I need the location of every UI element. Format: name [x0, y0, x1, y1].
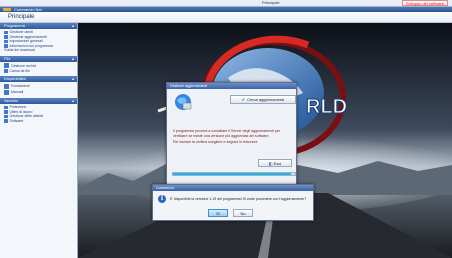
- page-title: Principale: [8, 14, 35, 20]
- update-icon: [4, 35, 8, 39]
- no-button[interactable]: No: [233, 209, 253, 217]
- chevron-up-icon[interactable]: ▴: [72, 56, 74, 62]
- background-window-item[interactable]: Principale: [262, 0, 280, 6]
- users-icon: [4, 30, 8, 34]
- door-icon: ◧: [268, 161, 273, 166]
- info-icon: [4, 44, 8, 48]
- confirm-dialog: Commercio i E' disponibile la versione 1…: [152, 184, 314, 221]
- sidebar-section-file[interactable]: File ▴: [0, 55, 77, 62]
- tasks-icon: [4, 114, 8, 118]
- background-window-strip: Principale Sviluppo del software: [0, 0, 452, 7]
- confirm-dialog-message: E' disponibile la versione 1.19 del prog…: [170, 197, 307, 201]
- app-logo-icon: [3, 8, 11, 11]
- sidebar: Programma ▴ Gestione utenti Gestione aggi…: [0, 23, 78, 258]
- info-icon: i: [158, 195, 166, 203]
- book-icon: [4, 89, 9, 95]
- archive-icon: [4, 63, 9, 68]
- confirm-dialog-titlebar: Commercio: [153, 185, 313, 191]
- sidebar-item-guida[interactable]: Guida del download: [4, 48, 77, 53]
- update-progress-bar: [172, 172, 296, 176]
- background-logo-text: RLD: [306, 96, 347, 118]
- clock-icon: [4, 110, 8, 114]
- sidebar-section-servizio[interactable]: Servizio ▴: [0, 98, 77, 104]
- sidebar-section-disponibilita[interactable]: Disponibilità ▴: [0, 76, 77, 82]
- document-icon: [4, 83, 9, 89]
- chevron-up-icon[interactable]: ▴: [72, 23, 74, 29]
- exit-button[interactable]: ◧ Esci: [258, 159, 292, 167]
- chevron-up-icon[interactable]: ▴: [72, 98, 74, 104]
- page-header: Principale: [0, 12, 452, 23]
- shield-icon: [4, 105, 8, 109]
- yes-button[interactable]: Sì: [208, 209, 228, 217]
- background-window-red-button[interactable]: Sviluppo del software: [402, 0, 449, 6]
- update-dialog-message: Il programma proverà a contattare il Ser…: [173, 129, 281, 145]
- globe-update-icon: [175, 94, 192, 110]
- folder-icon: [4, 69, 8, 73]
- update-progress-fill: [173, 173, 292, 175]
- sidebar-section-programma[interactable]: Programma ▴: [0, 23, 77, 29]
- chevron-up-icon[interactable]: ▴: [72, 76, 74, 82]
- sidebar-item-manuali[interactable]: Manuali: [4, 89, 77, 95]
- app-window: Commercio Net Principale Programma ▴ Gest…: [0, 7, 452, 258]
- software-icon: [4, 119, 8, 123]
- sidebar-item-software[interactable]: Software: [4, 119, 77, 124]
- update-dialog: Gestione aggiornamenti ✔ Cerca aggiorname…: [166, 82, 297, 191]
- sidebar-item-carica[interactable]: Carica da file: [4, 69, 77, 74]
- update-dialog-titlebar: Gestione aggiornamenti: [167, 83, 296, 89]
- check-updates-button[interactable]: ✔ Cerca aggiornamenti: [230, 95, 296, 104]
- settings-icon: [4, 39, 8, 43]
- checkmark-icon: ✔: [241, 97, 246, 102]
